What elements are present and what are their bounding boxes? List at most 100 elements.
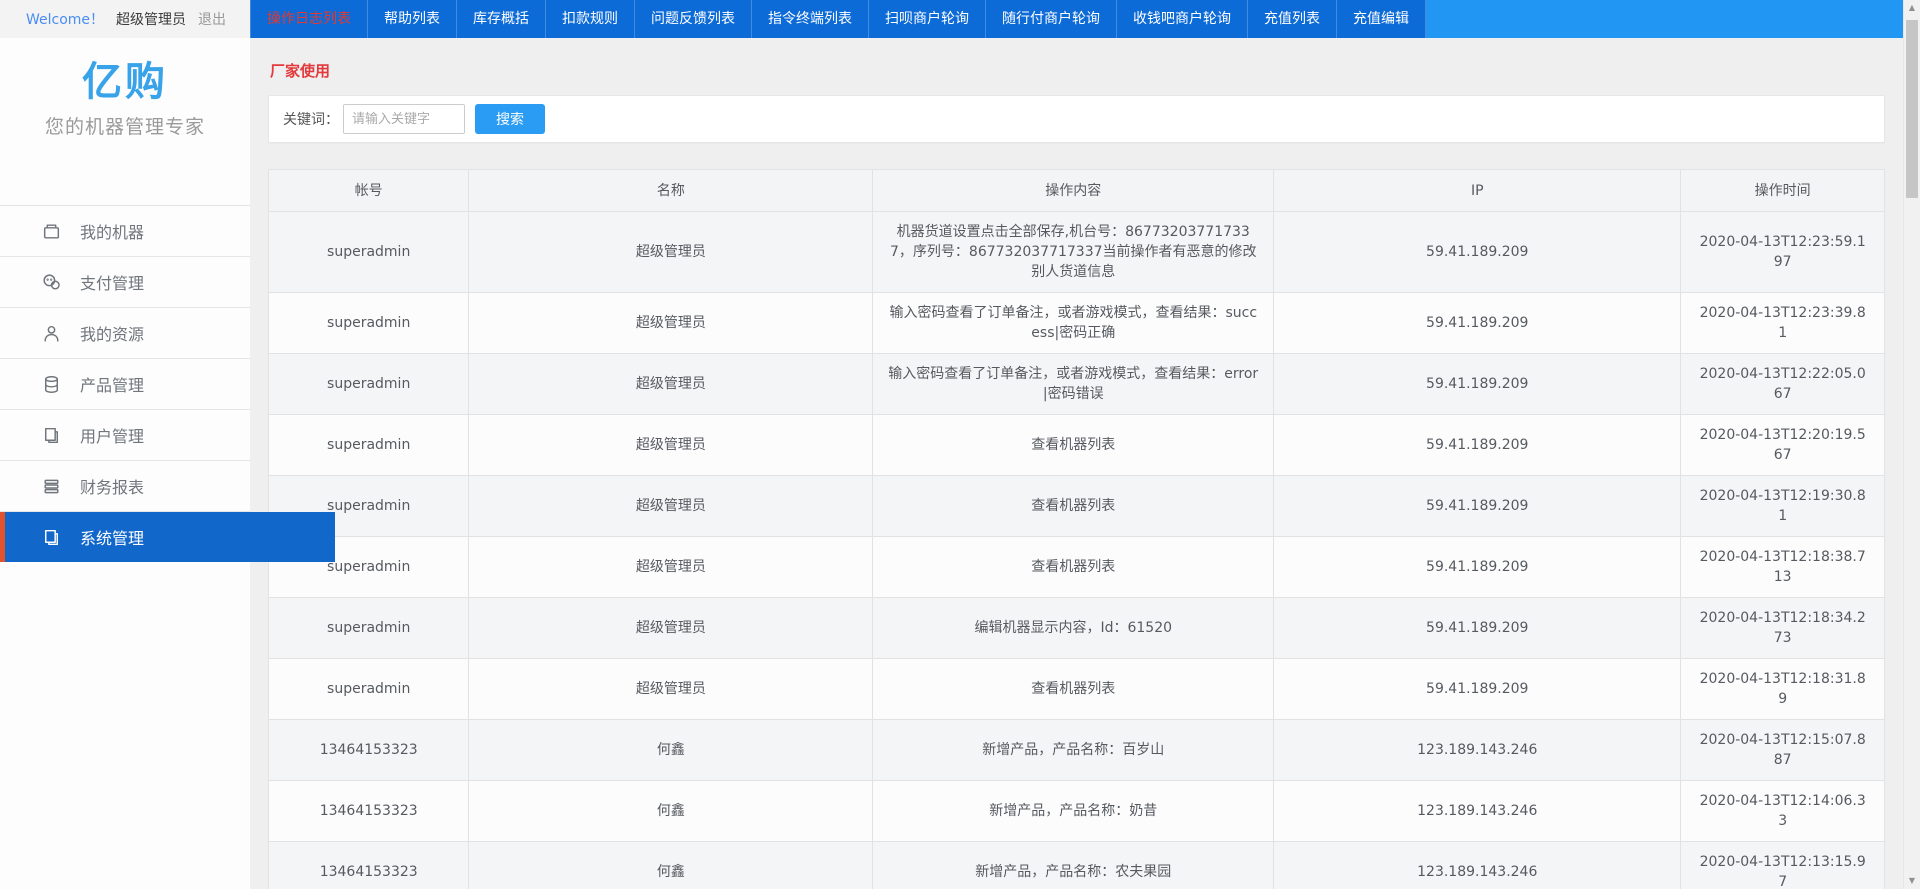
cell-operation: 编辑机器显示内容，Id：61520	[873, 598, 1274, 659]
cell-account: superadmin	[269, 354, 469, 415]
cell-ip: 59.41.189.209	[1274, 212, 1681, 293]
logout-link[interactable]: 退出	[198, 9, 226, 29]
cell-time: 2020-04-13T12:18:34.273	[1681, 598, 1885, 659]
cell-time: 2020-04-13T12:20:19.567	[1681, 415, 1885, 476]
cell-name: 超级管理员	[469, 415, 873, 476]
cell-ip: 59.41.189.209	[1274, 598, 1681, 659]
current-user: 超级管理员	[116, 9, 186, 29]
cell-operation: 新增产品，产品名称：奶昔	[873, 781, 1274, 842]
documents-icon	[40, 424, 62, 446]
cell-name: 何鑫	[469, 781, 873, 842]
nav-tab-6[interactable]: 指令终端列表	[752, 0, 869, 38]
wechat-pay-icon	[40, 271, 62, 293]
nav-tab-11[interactable]: 充值编辑	[1337, 0, 1426, 38]
cell-time: 2020-04-13T12:22:05.067	[1681, 354, 1885, 415]
nav-tab-10[interactable]: 充值列表	[1248, 0, 1337, 38]
nav-tab-5[interactable]: 问题反馈列表	[635, 0, 752, 38]
cell-operation: 新增产品，产品名称：农夫果园	[873, 842, 1274, 889]
cell-account: 13464153323	[269, 842, 469, 889]
cell-time: 2020-04-13T12:23:39.81	[1681, 293, 1885, 354]
search-bar: 关键词： 搜索	[268, 95, 1885, 143]
column-header: IP	[1274, 170, 1681, 212]
nav-tab-7[interactable]: 扫呗商户轮询	[869, 0, 986, 38]
vertical-scrollbar[interactable]: ▲ ▼	[1903, 0, 1920, 889]
cell-time: 2020-04-13T12:19:30.81	[1681, 476, 1885, 537]
cell-name: 超级管理员	[469, 212, 873, 293]
cell-ip: 59.41.189.209	[1274, 476, 1681, 537]
table-row: superadmin超级管理员查看机器列表59.41.189.2092020-0…	[269, 537, 1885, 598]
table-row: superadmin超级管理员查看机器列表59.41.189.2092020-0…	[269, 476, 1885, 537]
cell-ip: 123.189.143.246	[1274, 781, 1681, 842]
nav-tab-3[interactable]: 库存概括	[457, 0, 546, 38]
scroll-down-arrow-icon[interactable]: ▼	[1904, 873, 1920, 889]
nav-tab-2[interactable]: 帮助列表	[368, 0, 457, 38]
report-icon	[40, 475, 62, 497]
cell-time: 2020-04-13T12:18:31.89	[1681, 659, 1885, 720]
sidebar-menu: 我的机器支付管理我的资源产品管理用户管理财务报表系统管理	[0, 205, 250, 562]
column-header: 名称	[469, 170, 873, 212]
cell-time: 2020-04-13T12:15:07.887	[1681, 720, 1885, 781]
scroll-up-arrow-icon[interactable]: ▲	[1904, 0, 1920, 16]
sidebar-item-用户管理[interactable]: 用户管理	[0, 410, 250, 461]
sidebar-item-label: 系统管理	[80, 525, 144, 549]
app-window: 操作日志列表帮助列表库存概括扣款规则问题反馈列表指令终端列表扫呗商户轮询随行付商…	[0, 0, 1920, 889]
nav-tab-1[interactable]: 操作日志列表	[250, 0, 368, 38]
cell-name: 超级管理员	[469, 598, 873, 659]
table-row: superadmin超级管理员编辑机器显示内容，Id：6152059.41.18…	[269, 598, 1885, 659]
cell-account: superadmin	[269, 212, 469, 293]
cell-time: 2020-04-13T12:23:59.197	[1681, 212, 1885, 293]
cell-ip: 59.41.189.209	[1274, 293, 1681, 354]
main-content: 厂家使用 关键词： 搜索 帐号名称操作内容IP操作时间 superadmin超级…	[250, 38, 1903, 889]
cell-name: 何鑫	[469, 720, 873, 781]
table-row: 13464153323何鑫新增产品，产品名称：奶昔123.189.143.246…	[269, 781, 1885, 842]
keyword-label: 关键词：	[283, 109, 339, 129]
nav-tab-4[interactable]: 扣款规则	[546, 0, 635, 38]
search-input[interactable]	[343, 104, 465, 134]
nav-tab-8[interactable]: 随行付商户轮询	[986, 0, 1117, 38]
user-bar: Welcome！ 超级管理员 退出	[0, 0, 250, 38]
nav-tabs: 操作日志列表帮助列表库存概括扣款规则问题反馈列表指令终端列表扫呗商户轮询随行付商…	[250, 0, 1426, 38]
user-icon	[40, 322, 62, 344]
sidebar-item-label: 产品管理	[80, 372, 144, 396]
sidebar-item-我的资源[interactable]: 我的资源	[0, 308, 250, 359]
cell-account: 13464153323	[269, 781, 469, 842]
cell-name: 超级管理员	[469, 476, 873, 537]
page-title: 厂家使用	[270, 60, 1885, 81]
sidebar-item-label: 我的资源	[80, 321, 144, 345]
top-nav-bar: 操作日志列表帮助列表库存概括扣款规则问题反馈列表指令终端列表扫呗商户轮询随行付商…	[250, 0, 1903, 38]
cell-ip: 59.41.189.209	[1274, 537, 1681, 598]
sidebar: Welcome！ 超级管理员 退出 亿购 您的机器管理专家 我的机器支付管理我的…	[0, 0, 250, 889]
scrollbar-thumb[interactable]	[1906, 20, 1918, 198]
brand-block: 亿购 您的机器管理专家	[0, 60, 250, 205]
cell-operation: 查看机器列表	[873, 476, 1274, 537]
brand-tagline: 您的机器管理专家	[0, 112, 250, 139]
column-header: 操作内容	[873, 170, 1274, 212]
database-icon	[40, 373, 62, 395]
cell-operation: 机器货道设置点击全部保存,机台号：867732037717337，序列号：867…	[873, 212, 1274, 293]
cell-ip: 123.189.143.246	[1274, 720, 1681, 781]
table-row: superadmin超级管理员查看机器列表59.41.189.2092020-0…	[269, 415, 1885, 476]
nav-tab-9[interactable]: 收钱吧商户轮询	[1117, 0, 1248, 38]
cell-ip: 59.41.189.209	[1274, 659, 1681, 720]
sidebar-item-我的机器[interactable]: 我的机器	[0, 206, 250, 257]
cell-name: 何鑫	[469, 842, 873, 889]
system-icon	[40, 526, 62, 548]
cell-account: 13464153323	[269, 720, 469, 781]
table-row: superadmin超级管理员输入密码查看了订单备注，或者游戏模式，查看结果：s…	[269, 293, 1885, 354]
sidebar-item-系统管理[interactable]: 系统管理	[0, 512, 335, 562]
table-row: 13464153323何鑫新增产品，产品名称：农夫果园123.189.143.2…	[269, 842, 1885, 889]
brand-logo: 亿购	[0, 60, 250, 104]
sidebar-item-支付管理[interactable]: 支付管理	[0, 257, 250, 308]
sidebar-item-财务报表[interactable]: 财务报表	[0, 461, 250, 512]
cell-account: superadmin	[269, 293, 469, 354]
sidebar-item-label: 用户管理	[80, 423, 144, 447]
cell-account: superadmin	[269, 415, 469, 476]
search-button[interactable]: 搜索	[475, 104, 545, 134]
cell-name: 超级管理员	[469, 537, 873, 598]
cell-ip: 59.41.189.209	[1274, 415, 1681, 476]
operation-log-table: 帐号名称操作内容IP操作时间 superadmin超级管理员机器货道设置点击全部…	[268, 169, 1885, 889]
sidebar-item-label: 支付管理	[80, 270, 144, 294]
cell-name: 超级管理员	[469, 354, 873, 415]
sidebar-item-产品管理[interactable]: 产品管理	[0, 359, 250, 410]
sidebar-item-label: 我的机器	[80, 219, 144, 243]
